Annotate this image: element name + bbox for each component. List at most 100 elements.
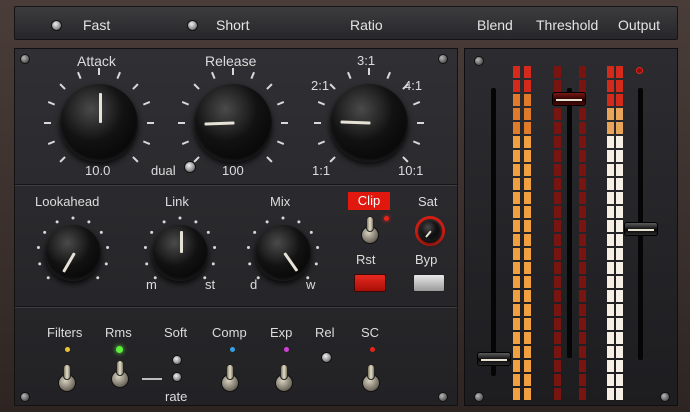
output-header-label: Output — [618, 17, 661, 33]
rate-toggle-icon[interactable] — [172, 372, 182, 382]
meter-segment — [513, 178, 520, 190]
short-toggle-icon[interactable] — [187, 20, 198, 31]
meter-segment — [513, 276, 520, 288]
lookahead-pointer — [62, 252, 76, 273]
comp-toggle[interactable] — [221, 364, 239, 396]
blend-fader-handle[interactable] — [477, 352, 511, 366]
meter-segment — [616, 374, 623, 386]
meter-segment — [579, 290, 586, 302]
exp-label: Exp — [270, 325, 293, 340]
meter-segment — [607, 388, 614, 400]
meter-segment — [579, 122, 586, 134]
meter-segment — [607, 276, 614, 288]
filters-toggle[interactable] — [58, 364, 76, 396]
meter-segment — [554, 136, 561, 148]
meter-segment — [579, 108, 586, 120]
meter-segment — [607, 178, 614, 190]
dual-toggle-icon[interactable] — [184, 161, 196, 173]
sat-bypass-button[interactable] — [413, 274, 445, 292]
meter-segment — [579, 206, 586, 218]
meter-segment — [513, 346, 520, 358]
meter-segment — [524, 66, 531, 78]
meter-segment — [554, 206, 561, 218]
lookahead-knob[interactable] — [34, 214, 112, 292]
meter-segment — [513, 360, 520, 372]
meter-segment — [554, 360, 561, 372]
meter-segment — [554, 304, 561, 316]
comp-label: Comp — [212, 325, 247, 340]
screw-icon — [438, 392, 448, 402]
meter-segment — [607, 360, 614, 372]
meter-segment — [524, 304, 531, 316]
meter-segment — [513, 206, 520, 218]
meter-segment — [579, 66, 586, 78]
dual-label: dual — [151, 163, 176, 178]
lookahead-label: Lookahead — [35, 194, 100, 209]
clip-toggle[interactable] — [361, 216, 379, 248]
screw-icon — [20, 392, 30, 402]
meter-segment — [513, 80, 520, 92]
meter-segment — [513, 388, 520, 400]
blend-header-label: Blend — [477, 17, 513, 33]
fast-label[interactable]: Fast — [83, 17, 110, 33]
rms-toggle[interactable] — [111, 360, 129, 392]
sat-knob[interactable] — [415, 216, 445, 246]
rms-link-line — [142, 378, 162, 380]
meter-segment — [579, 80, 586, 92]
meter-segment — [554, 374, 561, 386]
meter-segment — [554, 248, 561, 260]
meter-segment — [524, 276, 531, 288]
meter-segment — [579, 262, 586, 274]
meter-segment — [579, 178, 586, 190]
divider — [15, 184, 457, 186]
meter-segment — [579, 136, 586, 148]
meter-segment — [616, 332, 623, 344]
meter-segment — [579, 360, 586, 372]
meter-segment — [554, 388, 561, 400]
meter-segment — [607, 108, 614, 120]
meter-segment — [579, 374, 586, 386]
blend-fader-track — [491, 88, 496, 376]
screw-icon — [438, 54, 448, 64]
soft-toggle-icon[interactable] — [172, 355, 182, 365]
meter-segment — [616, 276, 623, 288]
short-label[interactable]: Short — [216, 17, 249, 33]
threshold-header-label: Threshold — [536, 17, 599, 33]
exp-toggle[interactable] — [275, 364, 293, 396]
meter-segment — [513, 220, 520, 232]
output-meter-left — [607, 66, 614, 400]
meter-segment — [524, 206, 531, 218]
threshold-fader-handle[interactable] — [552, 92, 586, 106]
meter-segment — [513, 66, 520, 78]
rel-toggle-icon[interactable] — [321, 352, 332, 363]
output-fader-handle[interactable] — [624, 222, 658, 236]
meter-segment — [607, 136, 614, 148]
fast-toggle-icon[interactable] — [51, 20, 62, 31]
meter-segment — [579, 192, 586, 204]
meter-segment — [616, 94, 623, 106]
meter-segment — [513, 248, 520, 260]
meter-segment — [607, 318, 614, 330]
meter-segment — [524, 360, 531, 372]
meter-segment — [554, 192, 561, 204]
meter-segment — [607, 234, 614, 246]
meter-segment — [607, 94, 614, 106]
meter-segment — [513, 122, 520, 134]
screw-icon — [474, 56, 484, 66]
meter-segment — [616, 346, 623, 358]
meter-segment — [513, 136, 520, 148]
mix-wet-label: w — [306, 277, 316, 292]
meter-segment — [513, 192, 520, 204]
meter-segment — [607, 66, 614, 78]
clip-reset-button[interactable] — [354, 274, 386, 292]
ratio-knob[interactable] — [312, 66, 426, 180]
meter-segment — [579, 164, 586, 176]
sc-toggle[interactable] — [362, 364, 380, 396]
meter-segment — [616, 66, 623, 78]
meter-segment — [579, 248, 586, 260]
meter-segment — [616, 80, 623, 92]
meter-segment — [607, 346, 614, 358]
meter-segment — [616, 234, 623, 246]
rms-led-icon — [116, 346, 123, 353]
meter-segment — [554, 276, 561, 288]
